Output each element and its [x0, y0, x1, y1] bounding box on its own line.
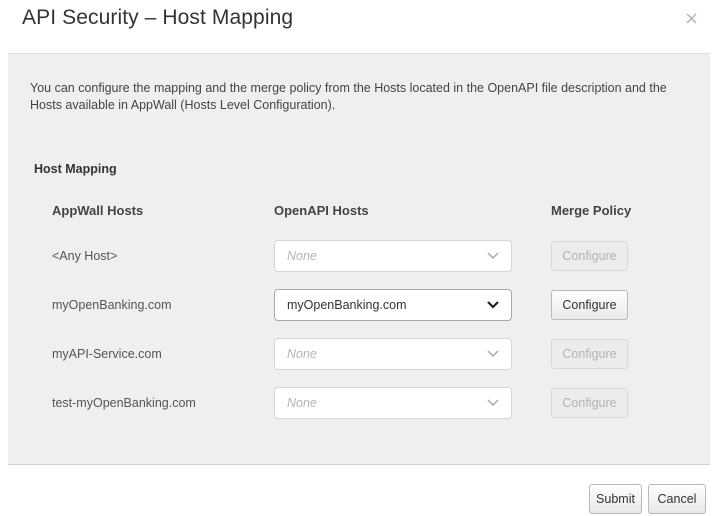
openapi-host-select[interactable]: None: [274, 387, 512, 419]
select-value: None: [287, 396, 317, 410]
select-value: None: [287, 347, 317, 361]
dialog-title: API Security – Host Mapping: [22, 6, 294, 29]
openapi-host-select[interactable]: None: [274, 338, 512, 370]
openapi-host-select[interactable]: None: [274, 240, 512, 272]
appwall-host-label: myAPI-Service.com: [52, 347, 162, 361]
chevron-down-icon: [487, 301, 499, 309]
chevron-down-icon: [487, 399, 499, 407]
description-text: You can configure the mapping and the me…: [30, 81, 667, 112]
appwall-host-label: test-myOpenBanking.com: [52, 396, 196, 410]
configure-button[interactable]: Configure: [551, 290, 628, 320]
appwall-host-label: <Any Host>: [52, 249, 118, 263]
configure-button[interactable]: Configure: [551, 241, 628, 271]
openapi-host-select[interactable]: myOpenBanking.com: [274, 289, 512, 321]
configure-button[interactable]: Configure: [551, 388, 628, 418]
close-icon[interactable]: ×: [684, 8, 699, 29]
chevron-down-icon: [487, 252, 499, 260]
dialog-body: You can configure the mapping and the me…: [8, 53, 710, 465]
submit-button[interactable]: Submit: [589, 484, 642, 514]
select-value: None: [287, 249, 317, 263]
select-value: myOpenBanking.com: [287, 298, 407, 312]
appwall-host-label: myOpenBanking.com: [52, 298, 172, 312]
column-header-appwall-hosts: AppWall Hosts: [52, 203, 144, 218]
section-label-host-mapping: Host Mapping: [34, 162, 117, 176]
chevron-down-icon: [487, 350, 499, 358]
cancel-button[interactable]: Cancel: [648, 484, 706, 514]
configure-button[interactable]: Configure: [551, 339, 628, 369]
column-header-merge-policy: Merge Policy: [551, 203, 632, 218]
column-header-openapi-hosts: OpenAPI Hosts: [274, 203, 369, 218]
